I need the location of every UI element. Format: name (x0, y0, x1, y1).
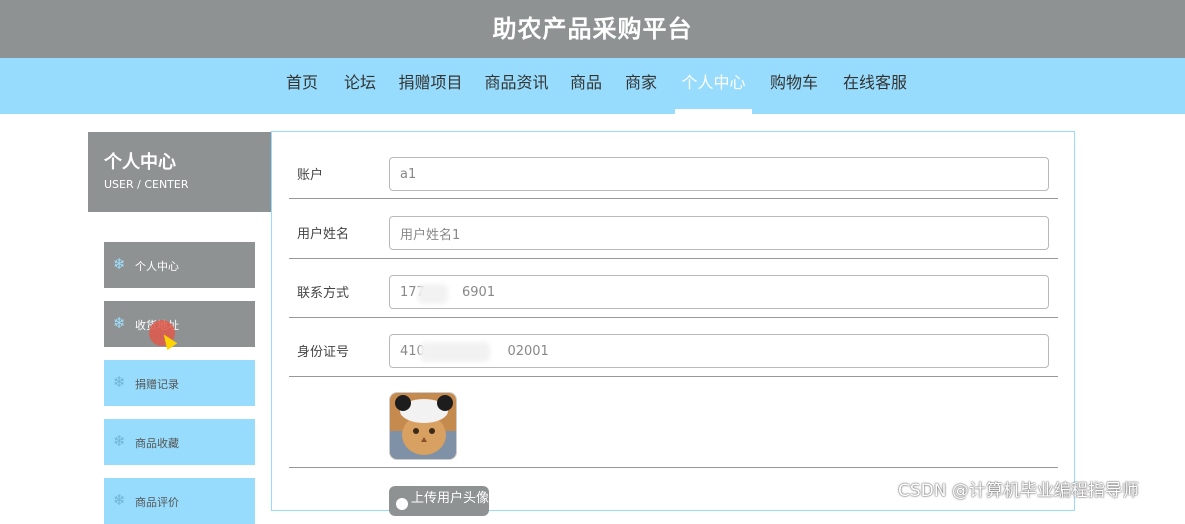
sidebar-item-favorites[interactable]: ❄ 商品收藏 (104, 419, 255, 465)
upload-avatar-label: 上传用户头像 (411, 491, 490, 506)
main-nav: 首页 论坛 捐赠项目 商品资讯 商品 商家 个人中心 购物车 在线客服 (0, 58, 1185, 114)
sidebar-item-label: 捐赠记录 (135, 378, 179, 391)
nav-forum[interactable]: 论坛 (338, 58, 382, 114)
privacy-blur (418, 284, 448, 304)
nav-donation-projects[interactable]: 捐赠项目 (393, 58, 468, 114)
sidebar-item-label: 商品收藏 (135, 437, 179, 450)
sidebar-item-label: 个人中心 (135, 260, 179, 273)
divider (289, 376, 1058, 377)
snowflake-icon: ❄ (113, 491, 126, 509)
sidebar-item-user-center[interactable]: ❄ 个人中心 (104, 242, 255, 288)
sidebar-item-donation-records[interactable]: ❄ 捐赠记录 (104, 360, 255, 406)
account-label: 账户 (297, 168, 324, 183)
upload-icon (396, 498, 408, 510)
contact-label: 联系方式 (297, 286, 350, 301)
snowflake-icon: ❄ (113, 255, 126, 273)
name-label: 用户姓名 (297, 227, 350, 242)
nav-merchants[interactable]: 商家 (619, 58, 663, 114)
nav-products[interactable]: 商品 (564, 58, 608, 114)
contact-field[interactable] (389, 275, 1049, 309)
privacy-blur (420, 342, 490, 362)
sidebar-item-address[interactable]: ❄ 收货地址 (104, 301, 255, 347)
sidebar-item-label: 商品评价 (135, 496, 179, 509)
nav-user-center[interactable]: 个人中心 (675, 58, 752, 114)
nav-product-news[interactable]: 商品资讯 (479, 58, 554, 114)
divider (289, 467, 1058, 468)
sidebar-header: 个人中心 USER / CENTER (88, 132, 271, 212)
nav-cart[interactable]: 购物车 (763, 58, 825, 114)
idcard-label: 身份证号 (297, 345, 350, 360)
site-title: 助农产品采购平台 (492, 15, 693, 43)
nav-home[interactable]: 首页 (277, 58, 327, 114)
snowflake-icon: ❄ (113, 314, 126, 332)
sidebar-subtitle: USER / CENTER (104, 178, 189, 191)
snowflake-icon: ❄ (113, 432, 126, 450)
snowflake-icon: ❄ (113, 373, 126, 391)
sidebar-title: 个人中心 (104, 152, 176, 173)
divider (289, 258, 1058, 259)
watermark-text: CSDN @计算机毕业编程指导师 (898, 481, 1139, 501)
nav-customer-service[interactable]: 在线客服 (836, 58, 914, 114)
account-field[interactable] (389, 157, 1049, 191)
sidebar-item-reviews[interactable]: ❄ 商品评价 (104, 478, 255, 524)
divider (289, 198, 1058, 199)
name-field[interactable] (389, 216, 1049, 250)
divider (289, 317, 1058, 318)
user-avatar (389, 392, 457, 460)
upload-avatar-button[interactable]: 上传用户头像 (389, 486, 489, 516)
